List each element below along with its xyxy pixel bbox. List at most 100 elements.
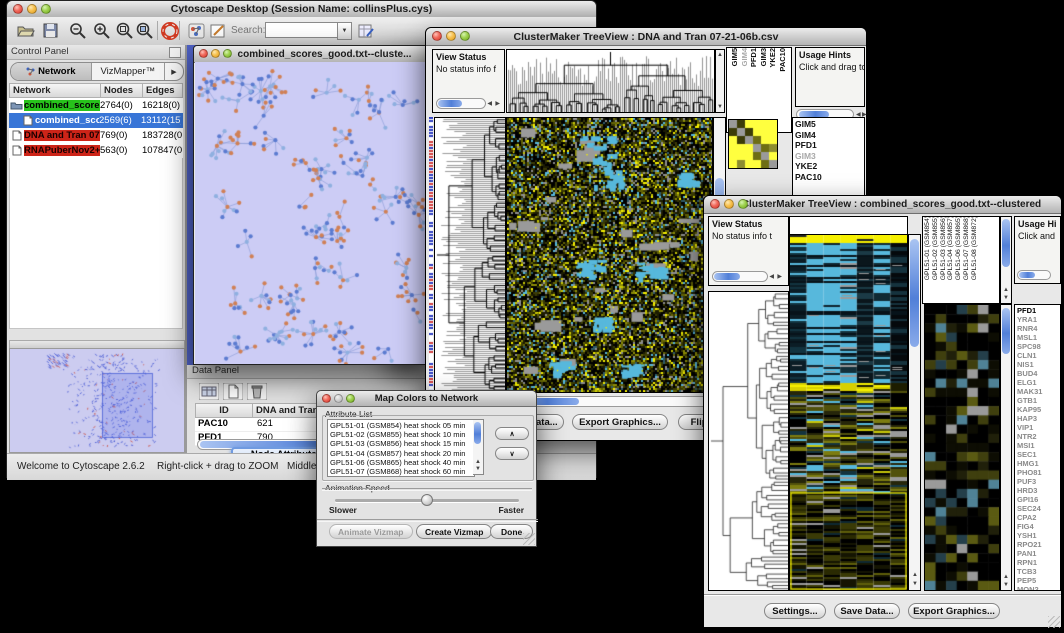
attribute-editor-icon[interactable]: [355, 20, 377, 41]
attribute-list-item[interactable]: GPL51-06 (GSM865) heat shock 40 min: [330, 458, 472, 467]
treeview1-hscrollbar[interactable]: [506, 396, 713, 407]
treeview1-heatmap[interactable]: [506, 117, 713, 393]
close-icon[interactable]: [13, 4, 23, 14]
save-icon[interactable]: [39, 20, 61, 41]
minimize-icon[interactable]: [724, 199, 734, 209]
move-down-button[interactable]: ∨: [495, 447, 529, 460]
network-tree-row[interactable]: RNAPuberNov2+ 563(0) 107847(0): [9, 143, 183, 158]
network1-canvas[interactable]: [195, 62, 430, 364]
network-tree-row[interactable]: combined_scores 2764(0) 16218(0): [9, 98, 183, 113]
gene-label: CLN1: [1017, 351, 1058, 360]
network-tree-row[interactable]: combined_sco 2569(6) 13112(15): [9, 113, 183, 128]
attribute-list-item[interactable]: GPL51-02 (GSM855) heat shock 10 min: [330, 430, 472, 439]
treeview1-view-status: View Status No status info f ◀▶: [432, 49, 505, 113]
delete-attribute-icon[interactable]: [247, 383, 267, 405]
gene-label: YSH1: [1017, 531, 1058, 540]
attribute-list-item[interactable]: GPL51-07 (GSM868) heat shock 60 min: [330, 467, 472, 476]
treeview2-gene-scrollbar[interactable]: ▲▼: [1000, 304, 1012, 591]
treeview1-status-scrollbar[interactable]: [436, 98, 486, 109]
treeview2-collabel-scrollbar[interactable]: ▲▼: [1000, 216, 1012, 304]
resize-grip[interactable]: [1048, 616, 1060, 628]
zoom-window-icon[interactable]: [460, 31, 470, 41]
create-vizmap-button[interactable]: Create Vizmap: [416, 524, 492, 539]
close-icon[interactable]: [710, 199, 720, 209]
zoom-in-icon[interactable]: [91, 20, 113, 41]
zoom-window-icon[interactable]: [223, 49, 232, 58]
col-header-edges[interactable]: Edges: [143, 83, 183, 98]
treeview2-hints-scrollbar[interactable]: [1017, 270, 1051, 280]
network-overview-canvas[interactable]: [10, 349, 182, 450]
slider-thumb[interactable]: [421, 494, 433, 506]
close-icon[interactable]: [199, 49, 208, 58]
gene-label: VIP1: [1017, 423, 1058, 432]
animation-speed-slider[interactable]: [335, 499, 519, 502]
treeview2-titlebar[interactable]: ClusterMaker TreeView : combined_scores_…: [704, 196, 1061, 214]
attribute-list-item[interactable]: GPL51-03 (GSM856) heat shock 15 min: [330, 439, 472, 448]
treeview2-button[interactable]: Save Data...: [834, 603, 900, 619]
attribute-select-icon[interactable]: [199, 383, 219, 405]
network1-titlebar[interactable]: combined_scores_good.txt--cluste...: [194, 46, 429, 63]
search-input[interactable]: [265, 22, 339, 38]
attribute-list-item[interactable]: GPL51-04 (GSM857) heat shock 20 min: [330, 449, 472, 458]
treeview2-column-labels[interactable]: GPL51-01 (GSM854)GPL51-02 (GSM855)GPL51-…: [922, 216, 1000, 304]
zoom-selected-icon[interactable]: [113, 20, 135, 41]
network-overview-panel[interactable]: [9, 348, 185, 453]
annotation-icon[interactable]: [207, 20, 229, 41]
resize-grip[interactable]: [523, 533, 535, 545]
main-titlebar[interactable]: Cytoscape Desktop (Session Name: collins…: [7, 1, 596, 18]
move-up-button[interactable]: ∧: [495, 427, 529, 440]
treeview1-coltree-scrollbar[interactable]: ▲▼: [715, 49, 725, 113]
treeview2-view-status: View Status No status info t ◀▶: [708, 216, 789, 286]
network-nodes-cell: 769(0): [100, 130, 142, 141]
zoom-out-icon[interactable]: [67, 20, 89, 41]
column-label: PAC10: [779, 48, 787, 72]
new-attribute-icon[interactable]: [223, 383, 243, 405]
gene-label: ELG1: [1017, 378, 1058, 387]
col-header-network[interactable]: Network: [9, 83, 101, 98]
float-panel-icon[interactable]: [169, 47, 181, 58]
treeview2-row-dendrogram[interactable]: [708, 291, 789, 591]
data-col-id[interactable]: ID: [195, 403, 253, 418]
zoom-fit-icon[interactable]: [133, 20, 155, 41]
gene-label: KAP95: [1017, 405, 1058, 414]
tab-vizmapper[interactable]: VizMapper™: [92, 63, 165, 80]
minimize-icon[interactable]: [27, 4, 37, 14]
animate-vizmap-button[interactable]: Animate Vizmap: [329, 524, 413, 539]
treeview2-button[interactable]: Export Graphics...: [908, 603, 1000, 619]
col-header-nodes[interactable]: Nodes: [101, 83, 143, 98]
network-tree-row[interactable]: DNA and Tran 07 769(0) 183728(0): [9, 128, 183, 143]
tab-overflow-button[interactable]: ▶: [165, 63, 183, 80]
window-controls[interactable]: [13, 4, 51, 14]
minimize-icon[interactable]: [446, 31, 456, 41]
gene-label: SEC1: [1017, 450, 1058, 459]
treeview2-heatmap[interactable]: [789, 234, 908, 591]
column-label: PFD1: [750, 48, 758, 67]
treeview2-gene-list[interactable]: PFD1YRA1RNR4MSL1SPC98CLN1NIS1BUD4ELG1MAK…: [1014, 304, 1061, 591]
treeview2-vscrollbar[interactable]: ▲▼: [908, 234, 921, 591]
zoom-window-icon[interactable]: [738, 199, 748, 209]
treeview1-button[interactable]: Export Graphics...: [572, 414, 668, 430]
close-icon[interactable]: [322, 394, 331, 403]
open-file-icon[interactable]: [15, 20, 37, 41]
treeview1-titlebar[interactable]: ClusterMaker TreeView : DNA and Tran 07-…: [426, 28, 866, 46]
column-label: GIM5: [731, 48, 739, 66]
attribute-list-item[interactable]: GPL51-01 (GSM854) heat shock 05 min: [330, 421, 472, 430]
search-dropdown-icon[interactable]: ▼: [337, 22, 352, 40]
zoom-window-icon[interactable]: [41, 4, 51, 14]
close-icon[interactable]: [432, 31, 442, 41]
treeview2-zoom-panel[interactable]: [924, 304, 1000, 591]
dialog-titlebar[interactable]: Map Colors to Network: [317, 391, 536, 407]
attribute-list-scrollbar[interactable]: ▲▼: [473, 419, 484, 475]
minimize-icon[interactable]: [211, 49, 220, 58]
network-view-icon[interactable]: [185, 20, 207, 41]
help-lifesaver-icon[interactable]: [159, 20, 181, 41]
treeview1-row-dendrogram[interactable]: [434, 117, 506, 393]
treeview1-summary-heatmap[interactable]: [728, 119, 778, 169]
zoom-window-icon[interactable]: [346, 394, 355, 403]
treeview2-status-scrollbar[interactable]: [712, 271, 768, 282]
tab-network[interactable]: Network: [11, 63, 92, 80]
treeview1-column-dendrogram[interactable]: [506, 49, 715, 113]
treeview2-button[interactable]: Settings...: [764, 603, 826, 619]
minimize-icon[interactable]: [334, 394, 343, 403]
attribute-list[interactable]: GPL51-01 (GSM854) heat shock 05 minGPL51…: [327, 419, 475, 477]
